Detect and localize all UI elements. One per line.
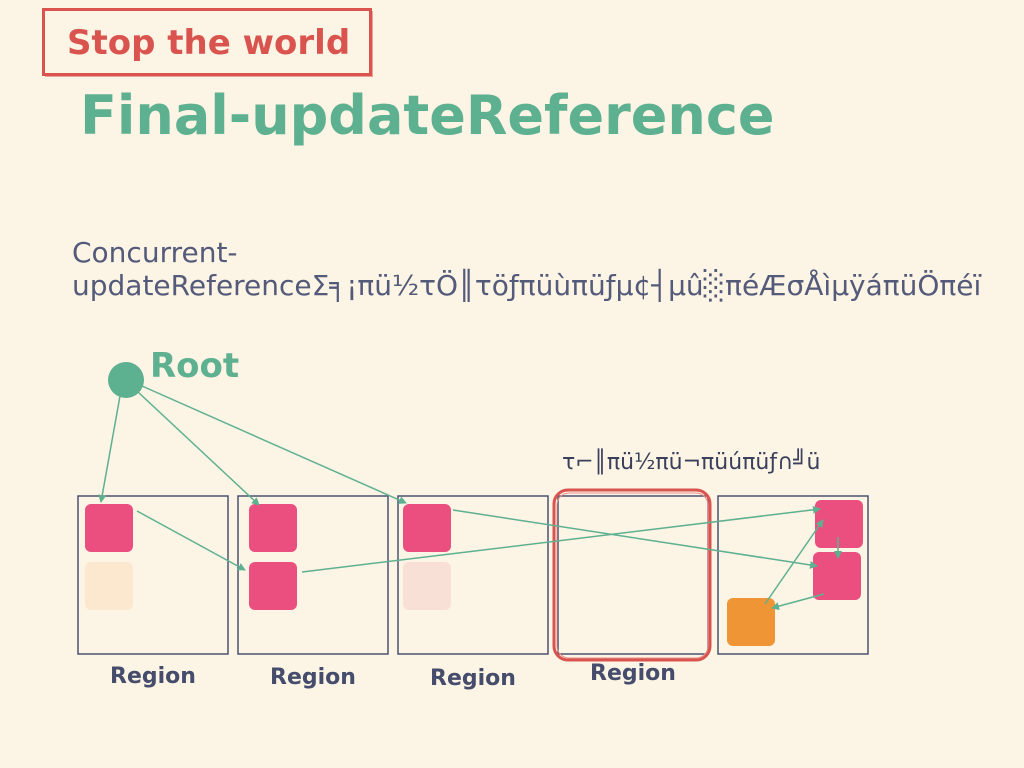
ref-r1-to-r2-bottom (136, 510, 246, 571)
object-r5-middle (813, 552, 861, 600)
object-r2-bottom (249, 562, 297, 610)
empty-region-highlight (552, 488, 712, 662)
ref-root-to-r1 (98, 395, 121, 503)
ref-r2-bottom-to-r5-top (301, 505, 821, 573)
gc-region-diagram (77, 362, 869, 662)
object-r3-live (403, 504, 451, 552)
object-r1-faded (85, 562, 133, 610)
region-box-4 (557, 495, 709, 655)
object-r2-top (249, 504, 297, 552)
empty-region-highlight-shadow (556, 492, 709, 659)
ref-root-to-r2 (137, 391, 260, 506)
object-r3-faded (403, 562, 451, 610)
object-r5-orange (727, 598, 775, 646)
object-r5-top (815, 500, 863, 548)
ref-root-to-r3 (141, 385, 407, 504)
ref-r5-middle-to-orange (771, 593, 825, 611)
object-r1-live (85, 504, 133, 552)
ref-r3-to-r5-middle (452, 509, 818, 569)
